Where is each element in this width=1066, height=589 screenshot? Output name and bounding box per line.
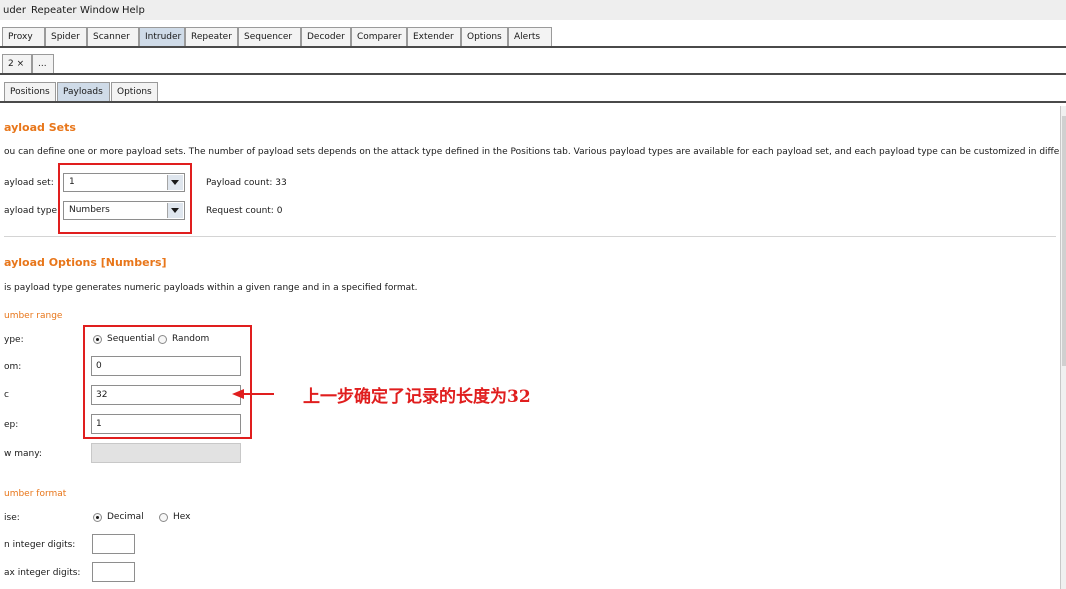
request-count: Request count: 0 bbox=[206, 206, 283, 216]
range-type-label: ype: bbox=[4, 335, 24, 345]
section-divider bbox=[4, 236, 1056, 237]
payload-sets-description: ou can define one or more payload sets. … bbox=[4, 147, 1066, 157]
menu-window[interactable]: Window bbox=[80, 5, 119, 16]
tab-decoder[interactable]: Decoder bbox=[301, 27, 351, 46]
menu-intruder[interactable]: uder bbox=[3, 5, 26, 16]
scrollbar-thumb[interactable] bbox=[1062, 116, 1066, 366]
tab-attack-2[interactable]: 2 × bbox=[2, 54, 32, 73]
payload-sets-title: ayload Sets bbox=[4, 121, 76, 134]
highlight-box-number-range bbox=[83, 325, 252, 439]
tab-spider[interactable]: Spider bbox=[45, 27, 87, 46]
tab-new-attack[interactable]: ... bbox=[32, 54, 54, 73]
how-many-field bbox=[91, 443, 241, 463]
decimal-radio[interactable] bbox=[93, 513, 102, 522]
menu-help[interactable]: Help bbox=[122, 5, 145, 16]
vertical-scrollbar[interactable] bbox=[1060, 106, 1066, 589]
payload-options-description: is payload type generates numeric payloa… bbox=[4, 283, 418, 293]
tab-scanner[interactable]: Scanner bbox=[87, 27, 139, 46]
annotation-text: 上一步确定了记录的长度为32 bbox=[303, 387, 531, 407]
from-label: om: bbox=[4, 362, 22, 372]
number-range-title: umber range bbox=[4, 311, 63, 321]
tab-intruder[interactable]: Intruder bbox=[139, 27, 185, 46]
hex-radio[interactable] bbox=[159, 513, 168, 522]
decimal-label: Decimal bbox=[107, 512, 144, 522]
hex-label: Hex bbox=[173, 512, 191, 522]
highlight-box-payload-set bbox=[58, 163, 192, 234]
payload-set-label: ayload set: bbox=[4, 178, 54, 188]
attack-tab-bar: 2 × ... bbox=[0, 54, 200, 74]
tab-sub-options[interactable]: Options bbox=[111, 82, 158, 101]
payload-count: Payload count: 33 bbox=[206, 178, 287, 188]
tab-extender[interactable]: Extender bbox=[407, 27, 461, 46]
number-format-title: umber format bbox=[4, 489, 67, 499]
tab-alerts[interactable]: Alerts bbox=[508, 27, 552, 46]
tab-payloads[interactable]: Payloads bbox=[57, 82, 110, 101]
payload-type-label: ayload type: bbox=[4, 206, 61, 216]
tab-repeater[interactable]: Repeater bbox=[185, 27, 238, 46]
menu-bar: uder Repeater Window Help bbox=[0, 0, 1066, 20]
divider bbox=[0, 46, 1066, 48]
max-integer-digits-label: ax integer digits: bbox=[4, 568, 81, 578]
tab-options[interactable]: Options bbox=[461, 27, 508, 46]
min-integer-digits-field[interactable] bbox=[92, 534, 135, 554]
tab-comparer[interactable]: Comparer bbox=[351, 27, 407, 46]
min-integer-digits-label: n integer digits: bbox=[4, 540, 76, 550]
step-label: ep: bbox=[4, 420, 19, 430]
tab-positions[interactable]: Positions bbox=[4, 82, 56, 101]
base-label: ise: bbox=[4, 513, 20, 523]
how-many-label: w many: bbox=[4, 449, 42, 459]
divider bbox=[0, 73, 1066, 75]
payload-options-title: ayload Options [Numbers] bbox=[4, 256, 167, 269]
annotation-arrow-line bbox=[242, 393, 274, 395]
sub-tab-bar: Positions Payloads Options bbox=[0, 82, 200, 102]
main-tab-bar: Proxy Spider Scanner Intruder Repeater S… bbox=[0, 27, 1066, 47]
to-label: c bbox=[4, 390, 9, 400]
divider bbox=[0, 101, 1066, 103]
tab-sequencer[interactable]: Sequencer bbox=[238, 27, 301, 46]
menu-repeater[interactable]: Repeater bbox=[31, 5, 76, 16]
max-integer-digits-field[interactable] bbox=[92, 562, 135, 582]
tab-proxy[interactable]: Proxy bbox=[2, 27, 45, 46]
